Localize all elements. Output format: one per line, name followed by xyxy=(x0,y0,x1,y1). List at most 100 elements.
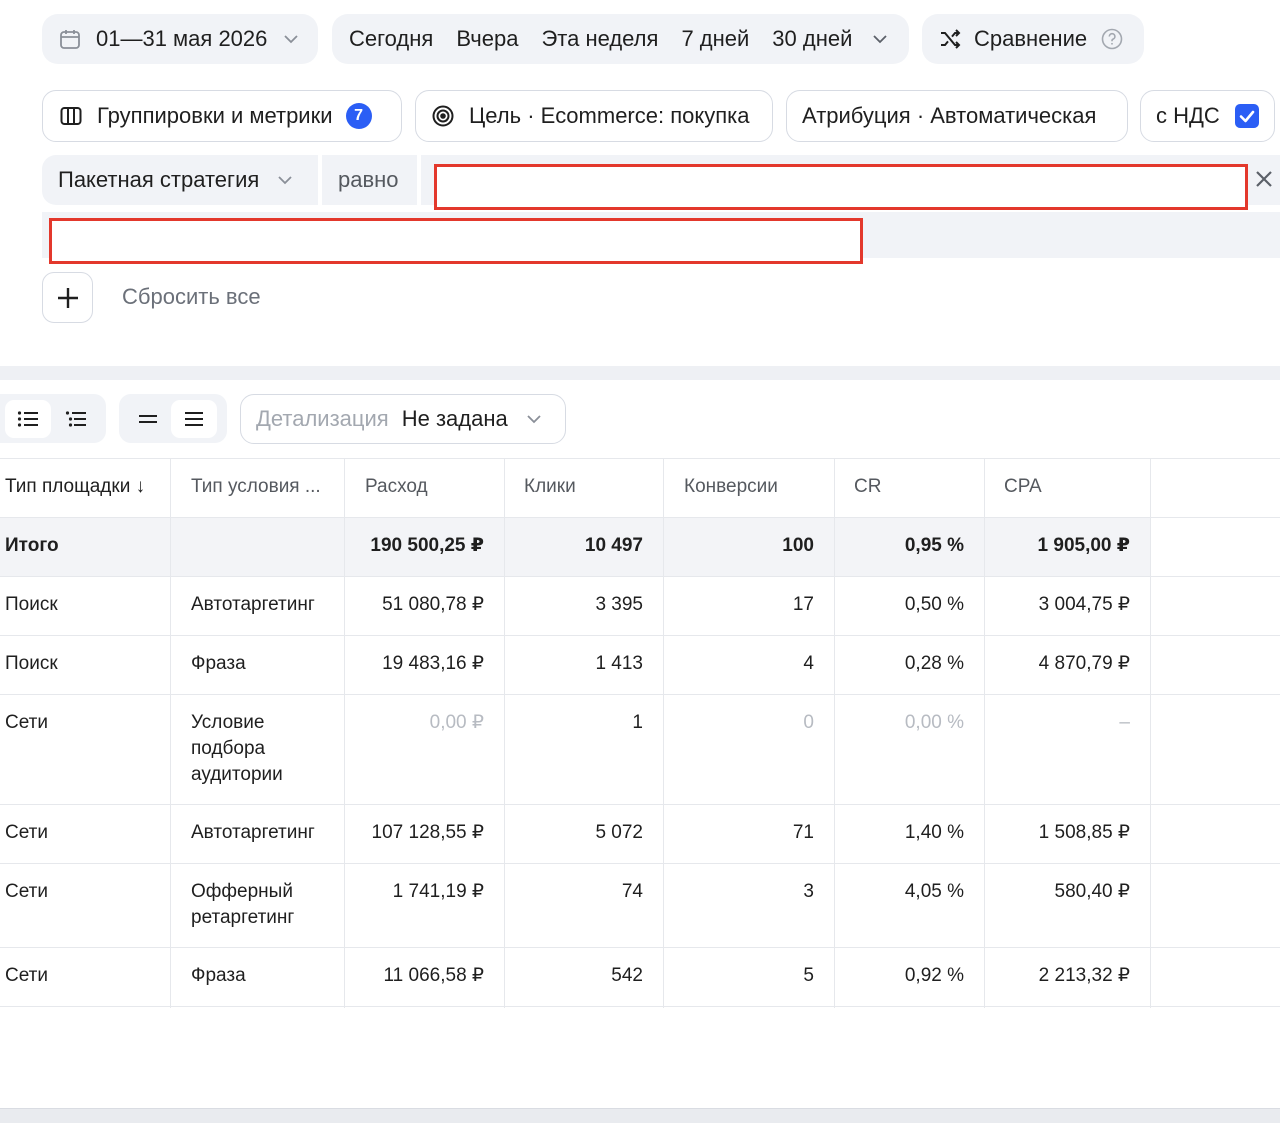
list-view-icon[interactable] xyxy=(5,399,51,438)
row-clicks: 74 xyxy=(621,881,643,902)
row-site: Сети xyxy=(5,881,48,902)
detail-label: Детализация xyxy=(256,406,389,431)
row-condition-line2: ретаргетинг xyxy=(191,907,295,928)
total-label: Итого xyxy=(5,535,59,556)
row-cr: 0,00 % xyxy=(904,712,964,733)
calendar-icon xyxy=(58,27,82,51)
total-conv: 100 xyxy=(782,535,814,556)
row-clicks: 1 413 xyxy=(595,653,643,674)
help-icon[interactable] xyxy=(1101,28,1123,50)
header-condition-type[interactable]: Тип условия ... xyxy=(191,474,321,500)
date-range-picker[interactable]: 01—31 мая 2026 xyxy=(42,14,318,64)
row-spend: 1 741,19 ₽ xyxy=(392,881,484,902)
period-today[interactable]: Сегодня xyxy=(349,26,433,52)
vat-toggle[interactable]: с НДС xyxy=(1140,90,1275,142)
row-cpa: 580,40 ₽ xyxy=(1054,881,1130,902)
close-icon[interactable] xyxy=(1252,167,1276,191)
row-condition: Фраза xyxy=(191,653,246,674)
row-cpa: 3 004,75 ₽ xyxy=(1038,594,1130,615)
groupings-metrics-button[interactable]: Группировки и метрики 7 xyxy=(42,90,402,142)
columns-icon xyxy=(59,104,83,128)
comparison-label: Сравнение xyxy=(974,26,1088,51)
detail-selector[interactable]: Детализация Не задана xyxy=(240,394,566,444)
density-toggle-group xyxy=(119,394,227,443)
row-spend: 19 483,16 ₽ xyxy=(382,653,484,674)
row-conv: 71 xyxy=(792,822,814,843)
row-condition-line3: аудитории xyxy=(191,764,283,785)
row-cr: 0,50 % xyxy=(904,594,964,615)
shuffle-icon xyxy=(938,27,962,51)
header-cpa[interactable]: CPA xyxy=(1004,474,1042,500)
total-cr: 0,95 % xyxy=(904,535,964,556)
filter-second-input[interactable] xyxy=(49,218,863,264)
row-cpa: – xyxy=(1119,712,1130,733)
header-site-type[interactable]: Тип площадки ↓ xyxy=(5,474,145,500)
row-condition: Автотаргетинг xyxy=(191,594,315,615)
filter-operator-label: равно xyxy=(338,167,399,192)
chevron-down-icon[interactable] xyxy=(870,29,890,49)
add-filter-button[interactable] xyxy=(42,272,93,323)
checkbox-checked-icon[interactable] xyxy=(1234,103,1260,129)
row-cpa: 1 508,85 ₽ xyxy=(1038,822,1130,843)
row-spend: 0,00 ₽ xyxy=(429,712,484,733)
header-cr[interactable]: CR xyxy=(854,474,881,500)
filter-field-select[interactable]: Пакетная стратегия xyxy=(42,155,318,205)
chevron-down-icon xyxy=(524,409,544,429)
period-30-days[interactable]: 30 дней xyxy=(772,26,852,52)
row-conv: 5 xyxy=(803,965,814,986)
row-site: Поиск xyxy=(5,594,58,615)
filter-operator-select[interactable]: равно xyxy=(322,155,417,205)
header-conversions[interactable]: Конверсии xyxy=(684,474,778,500)
row-clicks: 542 xyxy=(611,965,643,986)
goal-label: Цель · Ecommerce: покупка xyxy=(469,103,750,128)
header-clicks[interactable]: Клики xyxy=(524,474,576,500)
row-condition: Автотаргетинг xyxy=(191,822,315,843)
groupings-badge: 7 xyxy=(345,103,372,129)
row-site: Сети xyxy=(5,712,48,733)
total-clicks: 10 497 xyxy=(584,535,643,556)
row-conv: 4 xyxy=(803,653,814,674)
groupings-label: Группировки и метрики xyxy=(97,103,333,128)
row-site: Сети xyxy=(5,965,48,986)
row-clicks: 3 395 xyxy=(595,594,643,615)
period-7-days[interactable]: 7 дней xyxy=(681,26,749,52)
row-site: Сети xyxy=(5,822,48,843)
filter-value-input[interactable] xyxy=(434,164,1248,210)
header-spend[interactable]: Расход xyxy=(365,474,428,500)
section-divider xyxy=(0,366,1280,380)
row-cr: 0,28 % xyxy=(904,653,964,674)
attribution-selector[interactable]: Атрибуция · Автоматическая xyxy=(786,90,1128,142)
row-cr: 1,40 % xyxy=(904,822,964,843)
plus-icon xyxy=(55,285,81,311)
total-cpa: 1 905,00 ₽ xyxy=(1037,535,1130,556)
total-spend: 190 500,25 ₽ xyxy=(370,535,484,556)
row-spend: 107 128,55 ₽ xyxy=(371,822,484,843)
reset-all-link[interactable]: Сбросить все xyxy=(122,284,261,310)
attribution-label: Атрибуция · Автоматическая xyxy=(802,103,1097,128)
horizontal-scrollbar[interactable] xyxy=(0,1108,1280,1123)
filter-field-label: Пакетная стратегия xyxy=(58,167,260,192)
period-yesterday[interactable]: Вчера xyxy=(456,26,518,52)
vat-label: с НДС xyxy=(1156,103,1220,128)
goal-selector[interactable]: Цель · Ecommerce: покупка xyxy=(415,90,773,142)
row-conv: 17 xyxy=(792,594,814,615)
row-site: Поиск xyxy=(5,653,58,674)
row-cr: 0,92 % xyxy=(904,965,964,986)
period-this-week[interactable]: Эта неделя xyxy=(541,26,658,52)
row-condition-line2: подбора xyxy=(191,738,266,759)
chevron-down-icon xyxy=(281,29,301,49)
row-cr: 4,05 % xyxy=(904,881,964,902)
regular-rows-icon[interactable] xyxy=(171,399,217,438)
row-spend: 51 080,78 ₽ xyxy=(382,594,484,615)
row-condition: Фраза xyxy=(191,965,246,986)
row-cpa: 2 213,32 ₽ xyxy=(1038,965,1130,986)
detail-value: Не задана xyxy=(401,406,508,431)
row-condition: Офферный xyxy=(191,881,293,902)
tree-view-icon[interactable] xyxy=(51,400,101,438)
compact-rows-icon[interactable] xyxy=(125,400,171,438)
row-conv: 3 xyxy=(803,881,814,902)
row-clicks: 1 xyxy=(632,712,643,733)
comparison-button[interactable]: Сравнение xyxy=(922,14,1144,64)
row-spend: 11 066,58 ₽ xyxy=(383,965,484,986)
date-range-label: 01—31 мая 2026 xyxy=(96,26,268,51)
